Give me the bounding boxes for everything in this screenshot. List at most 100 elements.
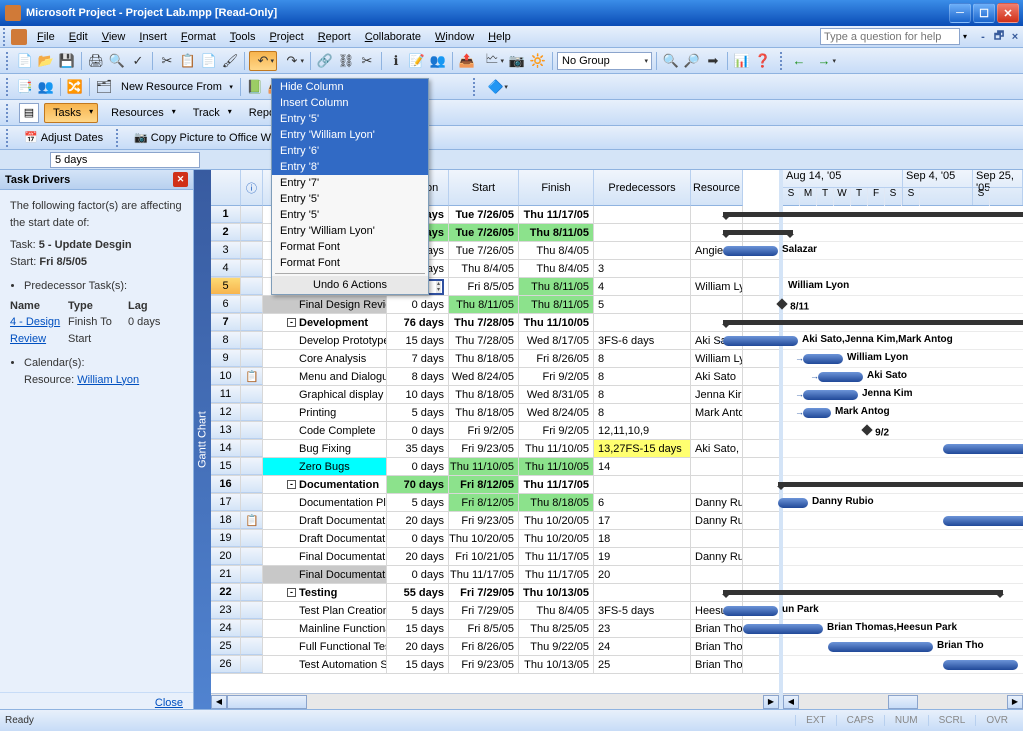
task-name-cell[interactable]: Mainline Functional: [263, 620, 387, 637]
gantt-bar[interactable]: [723, 212, 1023, 217]
task-name-cell[interactable]: Graphical display: [263, 386, 387, 403]
duration-cell[interactable]: 70 days: [387, 476, 449, 493]
finish-cell[interactable]: Fri 8/26/05: [519, 350, 594, 367]
duration-cell[interactable]: 10 days: [387, 386, 449, 403]
tasks-view-button[interactable]: Tasks: [44, 103, 98, 123]
menu-view[interactable]: View: [95, 28, 133, 46]
resource-cell[interactable]: [691, 296, 743, 313]
finish-cell[interactable]: Thu 11/10/05: [519, 458, 594, 475]
close-link[interactable]: Close: [0, 692, 193, 709]
predecessors-cell[interactable]: 8: [594, 404, 691, 421]
scroll-thumb[interactable]: [227, 695, 307, 709]
row-number[interactable]: 22: [211, 584, 241, 601]
task-row[interactable]: 16 -Documentation 70 days Fri 8/12/05 Th…: [211, 476, 779, 494]
grip[interactable]: [6, 104, 11, 122]
finish-cell[interactable]: Thu 8/4/05: [519, 260, 594, 277]
row-number[interactable]: 20: [211, 548, 241, 565]
predecessors-cell[interactable]: 3: [594, 260, 691, 277]
task-row[interactable]: 23 Test Plan Creation 5 days Fri 7/29/05…: [211, 602, 779, 620]
publish-button[interactable]: 📤: [457, 51, 477, 71]
new-button[interactable]: 📄: [15, 51, 35, 71]
row-number[interactable]: 24: [211, 620, 241, 637]
col-header-finish[interactable]: Finish: [519, 170, 594, 206]
task-row[interactable]: 10 📋 Menu and Dialogue 8 days Wed 8/24/0…: [211, 368, 779, 386]
grip[interactable]: [473, 78, 478, 96]
resource-sheet-button[interactable]: 📑: [15, 77, 35, 97]
duration-cell[interactable]: 15 days: [387, 656, 449, 673]
finish-cell[interactable]: Wed 8/17/05: [519, 332, 594, 349]
team-button[interactable]: 👥: [36, 77, 56, 97]
row-number[interactable]: 19: [211, 530, 241, 547]
finish-cell[interactable]: Thu 10/13/05: [519, 656, 594, 673]
start-cell[interactable]: Fri 10/21/05: [449, 548, 519, 565]
resource-cell[interactable]: Brian Tho: [691, 638, 743, 655]
task-name-cell[interactable]: Draft Documentation: [263, 530, 387, 547]
task-row[interactable]: 17 Documentation Plan 5 days Fri 8/12/05…: [211, 494, 779, 512]
task-name-cell[interactable]: -Documentation: [263, 476, 387, 493]
duration-cell[interactable]: 35 days: [387, 440, 449, 457]
task-name-cell[interactable]: Documentation Plan: [263, 494, 387, 511]
task-row[interactable]: 7 -Development 76 days Thu 7/28/05 Thu 1…: [211, 314, 779, 332]
indicator-cell[interactable]: [241, 494, 263, 511]
help-dropdown-icon[interactable]: ▾: [963, 32, 975, 41]
finish-cell[interactable]: Thu 9/22/05: [519, 638, 594, 655]
predecessors-cell[interactable]: 4: [594, 278, 691, 295]
finish-cell[interactable]: Thu 11/17/05: [519, 548, 594, 565]
task-name-cell[interactable]: Code Complete: [263, 422, 387, 439]
task-name-cell[interactable]: Printing: [263, 404, 387, 421]
mdi-close-button[interactable]: ×: [1008, 30, 1022, 44]
finish-cell[interactable]: Thu 11/17/05: [519, 476, 594, 493]
spell-button[interactable]: ✓: [128, 51, 148, 71]
resource-cell[interactable]: William Ly: [691, 278, 743, 295]
indicator-cell[interactable]: [241, 206, 263, 223]
duration-cell[interactable]: 0 days: [387, 296, 449, 313]
task-name-cell[interactable]: -Testing: [263, 584, 387, 601]
indicator-cell[interactable]: [241, 242, 263, 259]
row-number[interactable]: 7: [211, 314, 241, 331]
task-row[interactable]: 15 Zero Bugs 0 days Thu 11/10/05 Thu 11/…: [211, 458, 779, 476]
task-row[interactable]: 24 Mainline Functional 15 days Fri 8/5/0…: [211, 620, 779, 638]
show-hide-pane-button[interactable]: ▤: [19, 103, 39, 123]
gantt-bar[interactable]: William Lyon: [803, 354, 843, 364]
zoom-in-button[interactable]: 🔍: [661, 51, 681, 71]
predecessors-cell[interactable]: 8: [594, 386, 691, 403]
predecessors-cell[interactable]: [594, 314, 691, 331]
track-view-button[interactable]: Track: [185, 104, 236, 122]
menu-collaborate[interactable]: Collaborate: [358, 28, 428, 46]
predecessors-cell[interactable]: 8: [594, 350, 691, 367]
predecessors-cell[interactable]: [594, 242, 691, 259]
unlink-button[interactable]: ⛓: [336, 51, 356, 71]
mdi-minimize-button[interactable]: -: [976, 30, 990, 44]
close-button[interactable]: ✕: [997, 3, 1019, 23]
finish-cell[interactable]: Thu 10/20/05: [519, 530, 594, 547]
task-drivers-button[interactable]: 🔷: [482, 77, 510, 97]
indicator-cell[interactable]: [241, 656, 263, 673]
finish-cell[interactable]: Thu 8/11/05: [519, 224, 594, 241]
gantt-wizard-button[interactable]: 🗠: [478, 51, 506, 71]
task-row[interactable]: 19 Draft Documentation 0 days Thu 10/20/…: [211, 530, 779, 548]
finish-cell[interactable]: Fri 9/2/05: [519, 422, 594, 439]
change-highlight-button[interactable]: 🔆: [528, 51, 548, 71]
task-name-cell[interactable]: Bug Fixing: [263, 440, 387, 457]
duration-cell[interactable]: 76 days: [387, 314, 449, 331]
redo-split-button[interactable]: ↷: [278, 51, 306, 71]
indicator-cell[interactable]: 📋: [241, 512, 263, 529]
milestone-diamond[interactable]: 9/2: [861, 424, 872, 435]
task-row[interactable]: 26 Test Automation Sc 15 days Fri 9/23/0…: [211, 656, 779, 674]
finish-cell[interactable]: Thu 11/17/05: [519, 566, 594, 583]
duration-cell[interactable]: 20 days: [387, 638, 449, 655]
task-row[interactable]: 21 Final Documentation 0 days Thu 11/17/…: [211, 566, 779, 584]
predecessors-cell[interactable]: [594, 584, 691, 601]
gantt-bar[interactable]: Danny Rubio: [778, 498, 808, 508]
menu-edit[interactable]: Edit: [62, 28, 95, 46]
row-number[interactable]: 25: [211, 638, 241, 655]
start-cell[interactable]: Fri 8/5/05: [449, 620, 519, 637]
duration-cell[interactable]: 15 days: [387, 332, 449, 349]
entry-field[interactable]: 5 days: [50, 152, 200, 168]
duration-cell[interactable]: 0 days: [387, 458, 449, 475]
finish-cell[interactable]: Thu 11/10/05: [519, 440, 594, 457]
row-number[interactable]: 12: [211, 404, 241, 421]
predecessors-cell[interactable]: 3FS-6 days: [594, 332, 691, 349]
dropdown-item[interactable]: Entry '5': [272, 207, 428, 223]
predecessors-cell[interactable]: 19: [594, 548, 691, 565]
